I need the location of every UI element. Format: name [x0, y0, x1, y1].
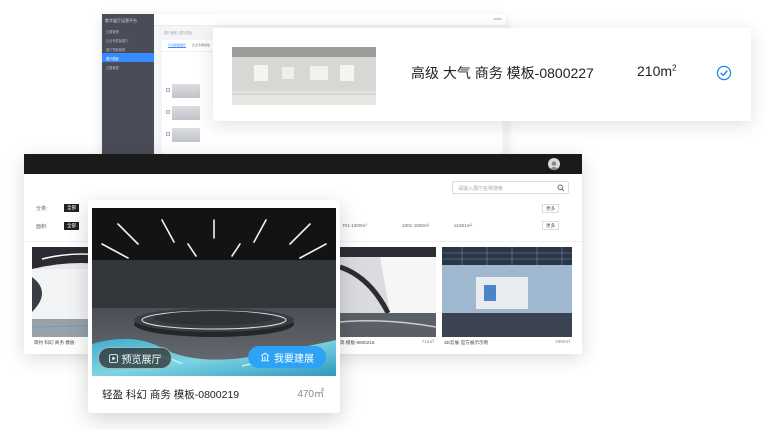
template-area: 2990㎡: [555, 339, 570, 344]
template-name: 简 模板-0800216: [340, 340, 375, 345]
admin-nav-item[interactable]: 企业号模板展厅: [102, 35, 154, 44]
admin-header: admin: [154, 14, 506, 26]
tab-platform-templates[interactable]: 平台模板展厅: [168, 43, 187, 48]
admin-nav-item[interactable]: 云展管理: [102, 62, 154, 71]
template-thumbnail: [442, 247, 572, 337]
filter-area-all[interactable]: 全部: [64, 222, 80, 230]
row-thumbnail: [172, 106, 200, 120]
breadcrumb: 展厅管理 / 展厅模板: [164, 31, 193, 35]
template-thumbnail: [330, 247, 436, 337]
row-checkbox[interactable]: [166, 110, 170, 114]
filter-area-option[interactable]: ≥1501m²: [454, 223, 472, 228]
avatar[interactable]: [548, 158, 560, 170]
template-name: 3D云展·官方展示示例: [444, 340, 489, 345]
build-exhibition-label: 我要建展: [274, 353, 314, 365]
top-bar: [24, 154, 582, 174]
search-placeholder: 请输入展厅名称搜索: [458, 186, 504, 192]
filter-type-all[interactable]: 全部: [64, 204, 80, 212]
selected-template-name: 高级 大气 商务 模板-0800227: [411, 65, 594, 81]
template-card[interactable]: 3D云展·官方展示示例 2990㎡: [442, 247, 572, 352]
admin-user[interactable]: admin: [493, 17, 502, 21]
template-card[interactable]: 简 模板-0800216 715㎡: [330, 247, 436, 352]
build-exhibition-button[interactable]: 我要建展: [248, 346, 326, 368]
row-checkbox[interactable]: [166, 88, 170, 92]
admin-logo: 数字展厅运营平台: [105, 18, 137, 23]
search-box[interactable]: 请输入展厅名称搜索: [452, 181, 569, 194]
preview-hall-label: 预览展厅: [121, 354, 162, 366]
filter-area-label: 面积:: [36, 224, 48, 230]
stage: 数字展厅运营平台 云展管理 企业号模板展厅 展厅预置管理 展厅模板 云展管理 a…: [0, 0, 770, 430]
filter-type-label: 分类:: [36, 206, 48, 212]
hovered-template-name: 轻盈 科幻 商务 模板-0800219: [102, 389, 240, 401]
template-name: 简约 科幻 商务 模板-: [34, 340, 77, 345]
template-area: 715㎡: [421, 339, 434, 344]
filter-area-option[interactable]: 1001-1500m²: [402, 223, 429, 228]
filter-area-option[interactable]: 701-1000m²: [342, 223, 367, 228]
play-icon: [108, 353, 118, 363]
hovered-template-card[interactable]: 预览展厅 我要建展 轻盈 科幻 商务 模板-0800219 470㎡: [88, 200, 340, 413]
tab-enterprise-templates[interactable]: 企业专属模板: [192, 43, 210, 48]
selected-template-thumbnail: [232, 47, 376, 105]
selected-template-card[interactable]: 高级 大气 商务 模板-0800227 210m2: [213, 28, 751, 121]
row-checkbox[interactable]: [166, 132, 170, 136]
admin-sidebar: 数字展厅运营平台 云展管理 企业号模板展厅 展厅预置管理 展厅模板 云展管理: [102, 14, 154, 164]
admin-nav-item-active[interactable]: 展厅模板: [102, 53, 154, 62]
selected-template-area: 210m2: [637, 62, 677, 79]
row-thumbnail: [172, 84, 200, 98]
filter-area-more[interactable]: 更多: [542, 221, 560, 230]
hovered-template-area: 470㎡: [297, 389, 324, 400]
search-icon[interactable]: [557, 184, 565, 192]
admin-nav-item[interactable]: 云展管理: [102, 26, 154, 35]
row-thumbnail: [172, 128, 200, 142]
admin-nav-item[interactable]: 展厅预置管理: [102, 44, 154, 53]
preview-hall-button[interactable]: 预览展厅: [98, 347, 172, 369]
filter-type-more[interactable]: 更多: [542, 204, 560, 213]
check-circle-icon[interactable]: [716, 65, 732, 81]
building-icon: [260, 352, 270, 362]
